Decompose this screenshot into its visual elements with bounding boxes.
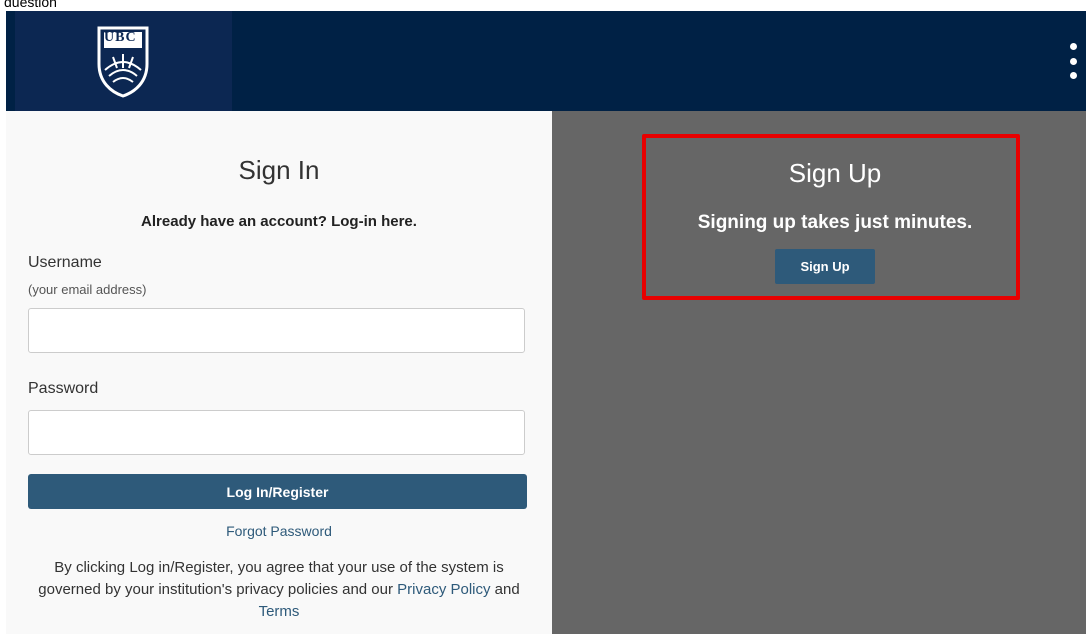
forgot-password-link[interactable]: Forgot Password [6, 523, 552, 539]
privacy-policy-link[interactable]: Privacy Policy [397, 581, 490, 598]
menu-dot [1069, 72, 1077, 79]
kebab-menu-icon[interactable] [1066, 43, 1080, 79]
terms-text: By clicking Log in/Register, you agree t… [22, 557, 536, 623]
signin-title: Sign In [238, 155, 320, 185]
header-bar: UBC [6, 11, 1086, 111]
terms-link[interactable]: Terms [259, 603, 300, 620]
password-input[interactable] [28, 410, 525, 455]
signup-panel: Sign Up Signing up takes just minutes. S… [552, 111, 1086, 634]
username-input[interactable] [28, 308, 525, 353]
terms-and: and [490, 581, 520, 598]
ubc-logo[interactable]: UBC [15, 11, 232, 111]
signup-button[interactable]: Sign Up [775, 249, 875, 284]
menu-dot [1069, 57, 1077, 65]
username-hint: (your email address) [28, 282, 147, 297]
login-register-button[interactable]: Log In/Register [28, 474, 527, 509]
logo-text: UBC [104, 30, 137, 45]
username-label: Username [28, 254, 102, 271]
signin-panel: Sign In Already have an account? Log-in … [6, 111, 552, 634]
signup-highlight-box: Sign Up Signing up takes just minutes. S… [642, 134, 1020, 300]
signin-subtitle: Already have an account? Log-in here. [141, 213, 417, 230]
signup-title: Sign Up [788, 158, 882, 188]
password-label: Password [28, 380, 99, 397]
menu-dot [1069, 43, 1077, 50]
signup-subtitle: Signing up takes just minutes. [697, 212, 973, 233]
top-caption: question [0, 0, 1086, 7]
